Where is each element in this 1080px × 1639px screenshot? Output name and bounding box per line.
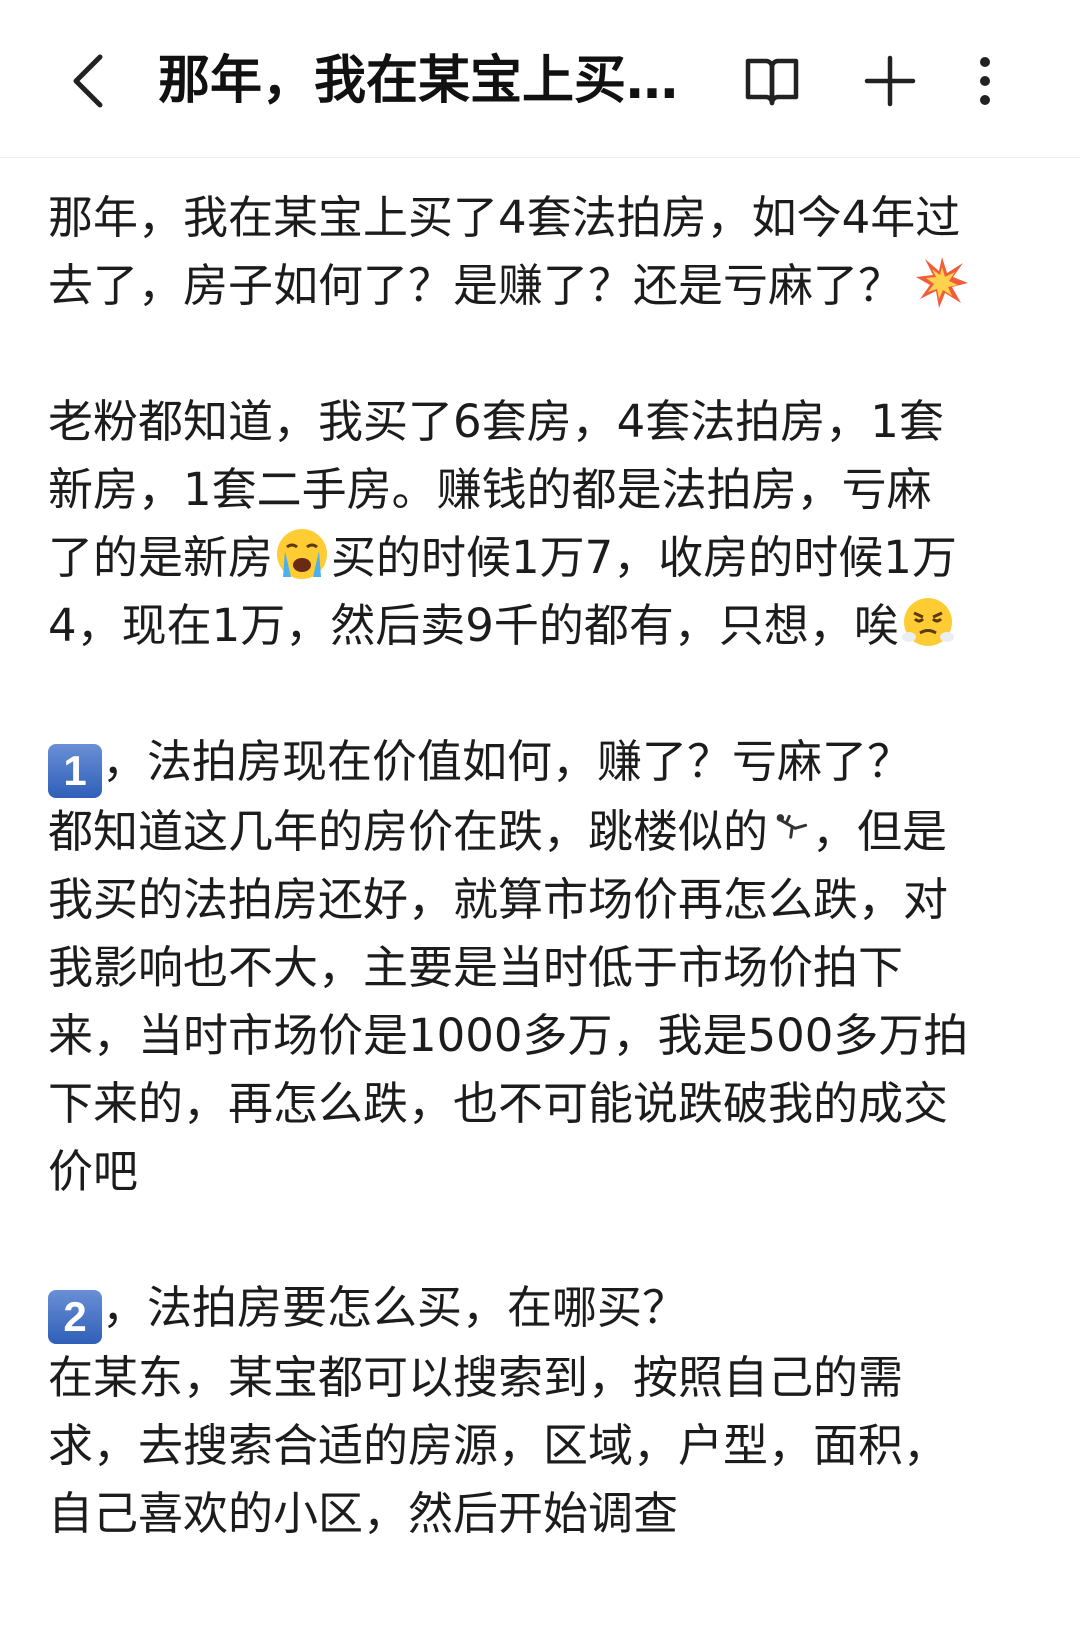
text-span: 买的时候1万7，收房的时候1万 xyxy=(331,531,957,584)
top-bar: 那年，我在某宝上买… xyxy=(0,0,1080,158)
text-span: 4，现在1万，然后卖9千的都有，只想，唉 xyxy=(48,599,899,652)
page-title: 那年，我在某宝上买… xyxy=(158,51,679,111)
text-line: 4，现在1万，然后卖9千的都有，只想，唉 xyxy=(48,592,1038,660)
text-line: 去了，房子如何了？是赚了？还是亏麻了？ xyxy=(48,252,1038,320)
section-heading: 1 ，法拍房现在价值如何，赚了？亏麻了？ xyxy=(48,728,1038,798)
text-line: 那年，我在某宝上买了4套法拍房，如今4年过 xyxy=(48,191,961,244)
text-line: 我买的法拍房还好，就算市场价再怎么跌，对 xyxy=(48,873,949,926)
text-span: 了的是新房 xyxy=(48,531,274,584)
more-vertical-icon xyxy=(980,57,990,105)
crying-face-emoji xyxy=(277,529,328,579)
article-body: 那年，我在某宝上买了4套法拍房，如今4年过 去了，房子如何了？是赚了？还是亏麻了… xyxy=(48,184,1038,1548)
text-span: ，法拍房现在价值如何，赚了？亏麻了？ xyxy=(102,735,913,788)
number-badge: 1 xyxy=(48,744,102,798)
steam-face-emoji xyxy=(901,598,954,646)
text-line: 在某东，某宝都可以搜索到，按照自己的需 xyxy=(48,1351,904,1404)
text-line: 下来的，再怎么跌，也不可能说跌破我的成交 xyxy=(48,1077,949,1130)
text-line: 都知道这几年的房价在跌，跳楼似的 ，但是 xyxy=(48,798,1038,866)
section-1-paragraph: 1 ，法拍房现在价值如何，赚了？亏麻了？ 都知道这几年的房价在跌，跳楼似的 ，但是… xyxy=(48,728,1038,1206)
add-button[interactable] xyxy=(858,46,922,116)
text-line: 我影响也不大，主要是当时低于市场价拍下 xyxy=(48,941,904,994)
text-span: ，法拍房要怎么买，在哪买？ xyxy=(102,1281,688,1334)
intro-paragraph: 那年，我在某宝上买了4套法拍房，如今4年过 去了，房子如何了？是赚了？还是亏麻了… xyxy=(48,184,1038,320)
plus-icon xyxy=(864,55,916,107)
text-line: 老粉都知道，我买了6套房，4套法拍房，1套 xyxy=(48,395,944,448)
ownership-paragraph: 老粉都知道，我买了6套房，4套法拍房，1套 新房，1套二手房。赚钱的都是法拍房，… xyxy=(48,388,1038,660)
text-line: 价吧 xyxy=(48,1145,139,1198)
more-options-button[interactable] xyxy=(960,46,1010,116)
diving-person-emoji xyxy=(776,814,808,839)
text-line: 来，当时市场价是1000多万，我是500多万拍 xyxy=(48,1009,969,1062)
reader-mode-button[interactable] xyxy=(740,46,804,116)
text-span: 去了，房子如何了？是赚了？还是亏麻了？ xyxy=(48,259,904,312)
text-span: 都知道这几年的房价在跌，跳楼似的 xyxy=(48,805,769,858)
back-button[interactable] xyxy=(58,46,118,116)
section-heading: 2 ，法拍房要怎么买，在哪买？ xyxy=(48,1274,1038,1344)
text-line: 新房，1套二手房。赚钱的都是法拍房，亏麻 xyxy=(48,463,932,516)
number-badge: 2 xyxy=(48,1290,102,1344)
text-span: ，但是 xyxy=(812,805,948,858)
text-line: 了的是新房 买的时候1万7，收房的时候1万 xyxy=(48,524,1038,592)
text-line: 求，去搜索合适的房源，区域，户型，面积， xyxy=(48,1419,949,1472)
book-icon xyxy=(745,58,799,106)
section-2-paragraph: 2 ，法拍房要怎么买，在哪买？ 在某东，某宝都可以搜索到，按照自己的需 求，去搜索… xyxy=(48,1274,1038,1548)
text-line: 自己喜欢的小区，然后开始调查 xyxy=(48,1487,679,1540)
chevron-left-icon xyxy=(73,54,103,108)
collision-emoji xyxy=(916,257,969,308)
